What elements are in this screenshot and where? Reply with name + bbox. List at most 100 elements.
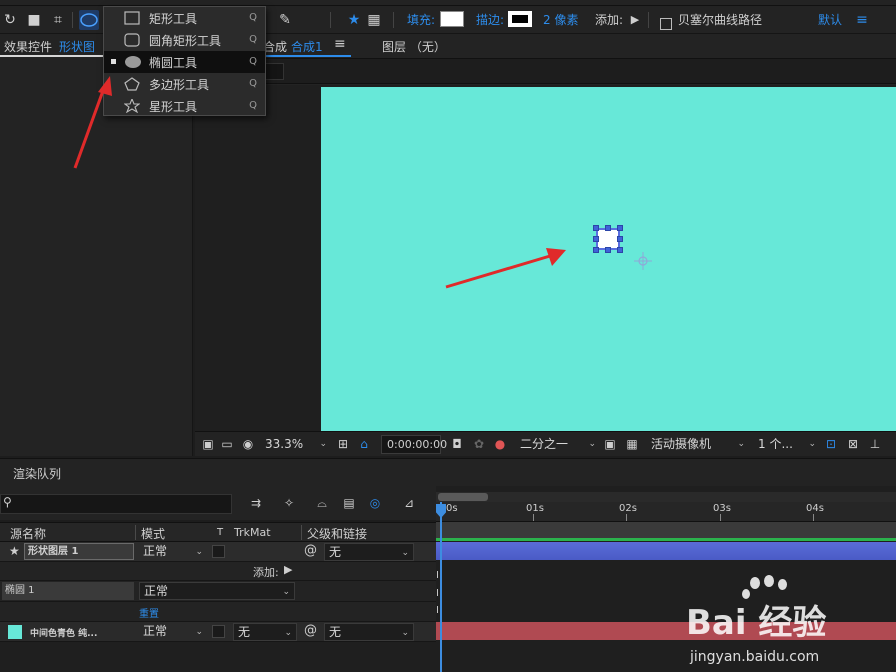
resolution-dropdown[interactable]: 二分之一 ⌄ <box>520 435 598 454</box>
layer-name[interactable]: 形状图层 1 <box>24 543 134 560</box>
stroke-swatch[interactable] <box>508 11 532 27</box>
zoom-value: 33.3% <box>265 437 304 451</box>
comp-tab-label[interactable]: 合成 <box>263 38 287 55</box>
add-label: 添加: <box>595 13 624 27</box>
timeline-search-input[interactable]: ⚲ <box>0 494 232 514</box>
timeline-toggle-icon[interactable]: ⊠ <box>845 436 861 452</box>
add-menu-icon[interactable]: ▶ <box>284 563 292 576</box>
col-t[interactable]: T <box>217 527 223 538</box>
pickwhip-icon[interactable]: @ <box>304 623 317 638</box>
shape-group-name[interactable]: 椭圆 1 <box>2 582 134 600</box>
region-of-interest-icon[interactable]: ▣ <box>602 436 618 452</box>
menu-item-rectangle[interactable]: 矩形工具 Q <box>104 7 265 29</box>
pin-tool-icon[interactable]: ✎ <box>275 10 295 30</box>
time-navigator[interactable] <box>436 492 896 502</box>
comp-panel-menu-icon[interactable]: ≡ <box>334 36 346 52</box>
rotate-tool-icon[interactable]: ↻ <box>0 10 20 30</box>
tab-effect-controls[interactable]: 效果控件 形状图 <box>0 34 110 56</box>
parent-dropdown[interactable]: 无 ⌄ <box>324 623 414 641</box>
tick-label: 04s <box>806 503 824 514</box>
transform-handle[interactable] <box>593 225 599 231</box>
col-mode[interactable]: 模式 <box>141 525 165 542</box>
shape-layer-duration-bar[interactable] <box>436 542 896 560</box>
reset-link[interactable]: 重置 <box>139 605 159 620</box>
show-snapshot-icon[interactable]: ✿ <box>471 436 487 452</box>
current-time-indicator[interactable] <box>440 502 442 672</box>
table-row[interactable]: ★ 形状图层 1 正常 ⌄ @ 无 ⌄ <box>0 542 436 562</box>
channels-icon[interactable]: ● <box>492 436 508 452</box>
workspace-menu-icon[interactable]: ≡ <box>852 10 872 30</box>
ellipse-tool-icon[interactable] <box>79 10 99 30</box>
mode-value: 正常 <box>143 544 168 558</box>
safe-zones-icon[interactable]: ⊞ <box>335 436 351 452</box>
table-row[interactable]: 椭圆 1 正常 ⌄ <box>0 581 436 602</box>
transform-handle[interactable] <box>617 236 623 242</box>
transparency-grid-icon[interactable]: ▦ <box>624 436 640 452</box>
mask-path-icon[interactable]: ⌂ <box>356 436 372 452</box>
timecode-field[interactable]: 0:00:00:00 <box>381 435 447 454</box>
motion-blur-icon[interactable]: ◎ <box>367 495 383 511</box>
pan-behind-tool-icon[interactable]: ⌗ <box>48 10 68 30</box>
parent-value: 无 <box>329 625 342 639</box>
col-source-name[interactable]: 源名称 <box>10 525 46 542</box>
tab-comp-1[interactable]: 合成1 <box>291 38 323 55</box>
menu-item-polygon[interactable]: 多边形工具 Q <box>104 73 265 95</box>
transform-handle[interactable] <box>593 247 599 253</box>
layer-mode-dropdown[interactable]: 正常 ⌄ <box>139 543 207 561</box>
transform-handle[interactable] <box>617 247 623 253</box>
tab-render-queue[interactable]: 渲染队列 <box>13 465 61 482</box>
monitor-icon[interactable]: ▭ <box>219 436 235 452</box>
camera-dropdown[interactable]: 活动摄像机 ⌄ <box>651 435 749 454</box>
fast-previews-icon[interactable]: ⊡ <box>823 436 839 452</box>
bezier-checkbox[interactable] <box>660 18 672 30</box>
camera-tool-icon[interactable]: ■ <box>24 10 44 30</box>
frame-blending-icon[interactable]: ▤ <box>341 495 357 511</box>
col-trkmat[interactable]: TrkMat <box>234 526 271 539</box>
shy-layers-icon[interactable]: ⌓ <box>314 495 330 511</box>
transform-handle[interactable] <box>617 225 623 231</box>
transform-handle[interactable] <box>593 236 599 242</box>
composition-canvas[interactable] <box>321 87 896 431</box>
ruler-tick <box>533 514 534 521</box>
checker-icon[interactable]: ▦ <box>364 10 384 30</box>
draft-3d-icon[interactable]: ✧ <box>281 495 297 511</box>
star-toggle-icon[interactable]: ★ <box>344 10 364 30</box>
col-parent[interactable]: 父级和链接 <box>307 525 367 542</box>
anchor-point-icon[interactable] <box>633 251 653 271</box>
graph-editor-icon[interactable]: ⊿ <box>401 495 417 511</box>
menu-item-rounded-rectangle[interactable]: 圆角矩形工具 Q <box>104 29 265 51</box>
blend-mode-dropdown[interactable]: 正常 ⌄ <box>139 582 295 600</box>
table-row[interactable]: 中间色青色 纯... 正常 ⌄ 无 ⌄ @ 无 ⌄ <box>0 622 436 642</box>
fill-swatch[interactable] <box>440 11 464 27</box>
tab-layer[interactable]: 图层 （无） <box>382 38 446 55</box>
toolbar-divider <box>330 12 331 28</box>
transform-handle[interactable] <box>605 225 611 231</box>
pickwhip-icon[interactable]: @ <box>304 543 317 558</box>
preserve-transparency-checkbox[interactable] <box>212 625 225 638</box>
menu-item-ellipse[interactable]: 椭圆工具 Q <box>104 51 265 73</box>
preserve-transparency-checkbox[interactable] <box>212 545 225 558</box>
time-ruler[interactable]: 0s 01s 02s 03s 04s <box>436 502 896 522</box>
views-dropdown[interactable]: 1 个... ⌄ <box>758 435 816 454</box>
snapshot-icon[interactable]: ◘ <box>449 436 465 452</box>
stroke-width-value[interactable]: 2 像素 <box>543 12 578 28</box>
fill-label[interactable]: 填充: <box>407 12 435 28</box>
zoom-dropdown[interactable]: 33.3% ⌄ <box>265 435 329 454</box>
stroke-label[interactable]: 描边: <box>476 12 504 28</box>
transform-handle[interactable] <box>605 247 611 253</box>
comp-flowchart-icon[interactable]: ⊥ <box>867 436 883 452</box>
workspace-default[interactable]: 默认 <box>818 12 842 28</box>
layer-mode-dropdown[interactable]: 正常 ⌄ <box>139 623 207 641</box>
polygon-icon <box>124 77 140 91</box>
column-divider <box>135 525 136 540</box>
work-area-bar[interactable] <box>436 522 896 538</box>
layer-name[interactable]: 中间色青色 纯... <box>30 626 97 639</box>
parent-dropdown[interactable]: 无 ⌄ <box>324 543 414 561</box>
always-preview-icon[interactable]: ▣ <box>200 436 216 452</box>
menu-item-star[interactable]: 星形工具 Q <box>104 95 265 117</box>
mask-visibility-icon[interactable]: ◉ <box>240 436 256 452</box>
comp-mini-flowchart-icon[interactable]: ⇉ <box>248 495 264 511</box>
time-navigator-thumb[interactable] <box>438 493 488 501</box>
trkmat-dropdown[interactable]: 无 ⌄ <box>233 623 297 641</box>
add-arrow-icon[interactable]: ▶ <box>625 10 645 30</box>
